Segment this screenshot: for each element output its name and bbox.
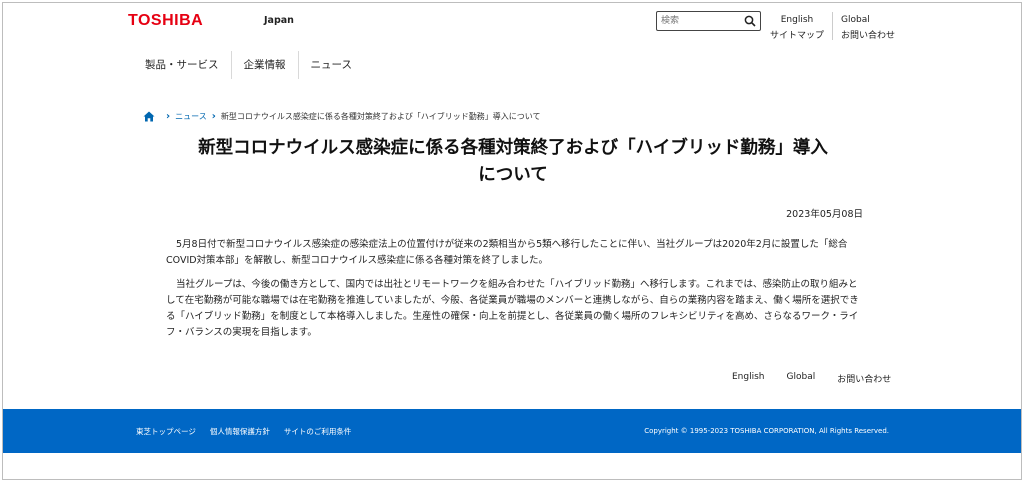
site-footer: 東芝トップページ 個人情報保護方針 サイトのご利用条件 Copyright © … bbox=[3, 409, 1021, 453]
footer-links: 東芝トップページ 個人情報保護方針 サイトのご利用条件 bbox=[136, 426, 365, 437]
browser-frame: TOSHIBA Japan English サイトマップ Global お問い合… bbox=[2, 2, 1022, 480]
nav-corporate-info[interactable]: 企業情報 bbox=[232, 51, 299, 79]
toshiba-logo[interactable]: TOSHIBA bbox=[128, 12, 203, 30]
footer-terms-of-use-link[interactable]: サイトのご利用条件 bbox=[284, 426, 352, 437]
home-icon[interactable] bbox=[143, 111, 155, 122]
header-links-left: English サイトマップ bbox=[769, 12, 825, 44]
header-divider bbox=[832, 12, 833, 40]
contact-link[interactable]: お問い合わせ bbox=[841, 28, 895, 44]
global-nav: 製品・サービス 企業情報 ニュース bbox=[133, 51, 364, 79]
footer-toshiba-top-link[interactable]: 東芝トップページ bbox=[136, 426, 196, 437]
header-links-right: Global お問い合わせ bbox=[841, 12, 895, 44]
nav-products-services[interactable]: 製品・サービス bbox=[133, 51, 232, 79]
region-label: Japan bbox=[264, 15, 294, 26]
sitemap-link[interactable]: サイトマップ bbox=[769, 28, 825, 44]
copyright-text: Copyright © 1995-2023 TOSHIBA CORPORATIO… bbox=[644, 427, 889, 435]
chevron-right-icon: › bbox=[211, 111, 216, 122]
english-link[interactable]: English bbox=[769, 12, 825, 28]
global-link[interactable]: Global bbox=[841, 12, 895, 28]
footer-privacy-policy-link[interactable]: 個人情報保護方針 bbox=[210, 426, 270, 437]
bottom-english-link[interactable]: English bbox=[732, 372, 765, 385]
chevron-right-icon: › bbox=[166, 111, 171, 122]
article-paragraph-2: 当社グループは、今後の働き方として、国内では出社とリモートワークを組み合わせた「… bbox=[166, 279, 859, 338]
nav-news[interactable]: ニュース bbox=[299, 51, 364, 79]
breadcrumb-news-link[interactable]: ニュース bbox=[175, 111, 207, 122]
page-title-line2: について bbox=[478, 165, 548, 185]
breadcrumb-current: 新型コロナウイルス感染症に係る各種対策終了および「ハイブリッド勤務」導入について bbox=[220, 112, 541, 121]
search-box[interactable] bbox=[656, 11, 761, 31]
search-icon[interactable] bbox=[744, 15, 756, 27]
search-input[interactable] bbox=[661, 14, 741, 28]
site-header: TOSHIBA Japan English サイトマップ Global お問い合… bbox=[3, 3, 1021, 43]
bottom-links: English Global お問い合わせ bbox=[710, 372, 891, 385]
bottom-contact-link[interactable]: お問い合わせ bbox=[837, 372, 891, 385]
breadcrumb: › ニュース › 新型コロナウイルス感染症に係る各種対策終了および「ハイブリッド… bbox=[143, 111, 540, 122]
page-title-line1: 新型コロナウイルス感染症に係る各種対策終了および「ハイブリッド勤務」導入 bbox=[198, 138, 828, 158]
bottom-global-link[interactable]: Global bbox=[787, 372, 816, 385]
publish-date: 2023年05月08日 bbox=[786, 209, 863, 220]
article-paragraph-1: 5月8日付で新型コロナウイルス感染症の感染症法上の位置付けが従来の2類相当から5… bbox=[166, 239, 848, 266]
page-title: 新型コロナウイルス感染症に係る各種対策終了および「ハイブリッド勤務」導入 につい… bbox=[153, 135, 873, 189]
